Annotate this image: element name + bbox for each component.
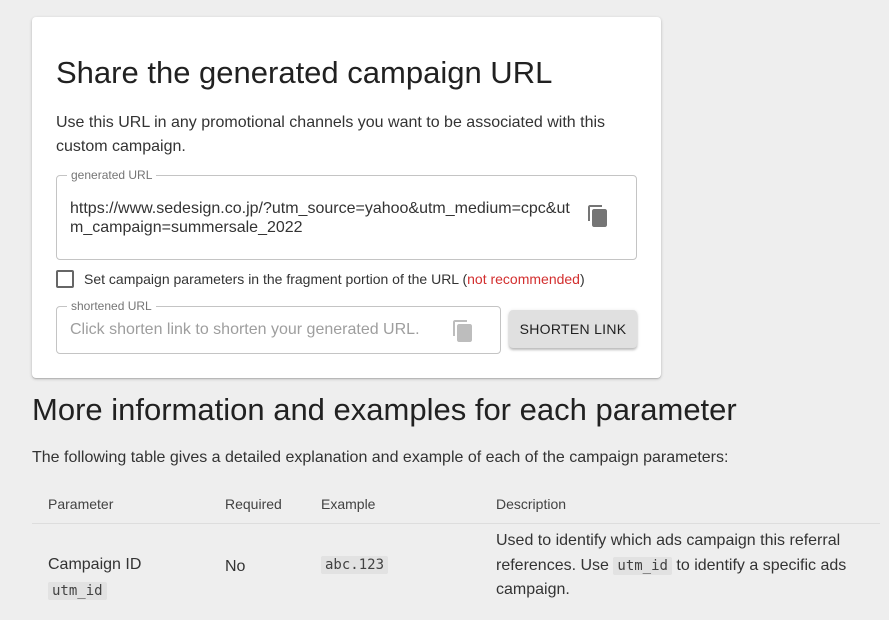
share-url-card: Share the generated campaign URL Use thi…	[32, 17, 661, 378]
fragment-checkbox[interactable]	[56, 270, 74, 288]
card-description: Use this URL in any promotional channels…	[56, 114, 606, 155]
header-example: Example	[321, 496, 376, 512]
fragment-checkbox-row[interactable]: Set campaign parameters in the fragment …	[56, 269, 585, 289]
parameter-code: utm_id	[48, 582, 107, 600]
generated-url-value[interactable]: https://www.sedesign.co.jp/?utm_source=y…	[70, 199, 580, 237]
shortened-url-placeholder: Click shorten link to shorten your gener…	[70, 321, 420, 338]
header-required: Required	[225, 496, 282, 512]
parameter-cell: Campaign ID utm_id	[48, 552, 141, 604]
fragment-checkbox-label-suffix: )	[579, 271, 585, 287]
shortened-url-field[interactable]: shortened URL Click shorten link to shor…	[56, 299, 501, 354]
description-cell: Used to identify which ads campaign this…	[496, 529, 880, 603]
table-header-row: Parameter Required Example Description	[32, 484, 880, 524]
fragment-checkbox-label-prefix: Set campaign parameters in the fragment …	[84, 271, 468, 287]
section-description: The following table gives a detailed exp…	[32, 449, 729, 466]
generated-url-field[interactable]: generated URL https://www.sedesign.co.jp…	[56, 168, 637, 260]
required-cell: No	[225, 558, 246, 575]
parameter-name: Campaign ID	[48, 556, 142, 573]
card-title: Share the generated campaign URL	[56, 55, 553, 90]
example-cell: abc.123	[321, 556, 389, 574]
generated-url-legend: generated URL	[67, 168, 157, 182]
copy-icon	[451, 319, 475, 343]
not-recommended-text: not recommended	[467, 271, 580, 287]
section-title: More information and examples for each p…	[32, 392, 737, 427]
copy-icon[interactable]	[586, 204, 610, 228]
example-code: abc.123	[321, 556, 389, 574]
shorten-link-button[interactable]: SHORTEN LINK	[509, 310, 637, 348]
description-code: utm_id	[613, 556, 672, 575]
header-parameter: Parameter	[48, 496, 114, 512]
table-row: Campaign ID utm_id No abc.123 Used to id…	[32, 524, 880, 620]
parameters-table: Parameter Required Example Description C…	[32, 484, 880, 620]
header-description: Description	[496, 496, 567, 512]
shortened-url-legend: shortened URL	[67, 299, 156, 313]
